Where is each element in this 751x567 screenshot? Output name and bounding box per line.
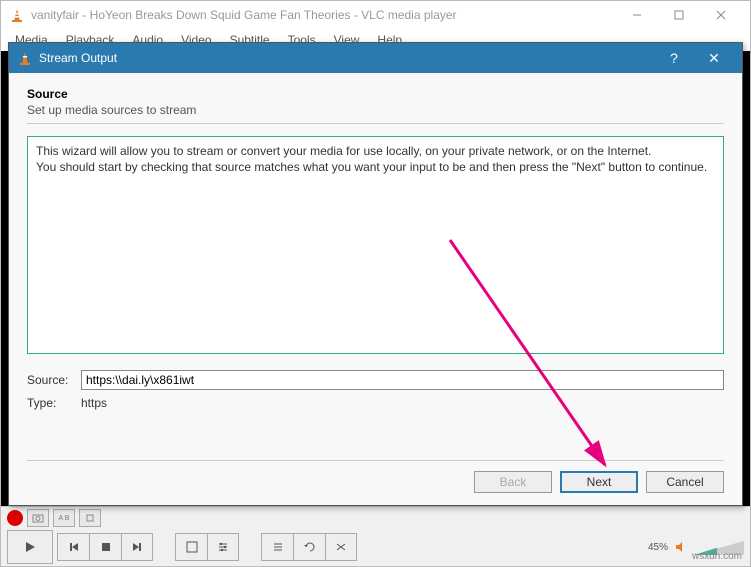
vlc-titlebar: vanityfair - HoYeon Breaks Down Squid Ga… bbox=[1, 1, 750, 29]
source-input[interactable] bbox=[81, 370, 724, 390]
fullscreen-button[interactable] bbox=[175, 533, 207, 561]
skip-fwd-icon bbox=[131, 541, 143, 553]
ext-settings-button[interactable] bbox=[207, 533, 239, 561]
close-button[interactable] bbox=[700, 1, 742, 29]
maximize-button[interactable] bbox=[658, 1, 700, 29]
section-title: Source bbox=[27, 87, 724, 101]
frame-icon bbox=[85, 513, 95, 523]
record-button[interactable] bbox=[7, 510, 23, 526]
camera-icon bbox=[32, 513, 44, 523]
dialog-title: Stream Output bbox=[39, 51, 654, 65]
stop-button[interactable] bbox=[89, 533, 121, 561]
minimize-button[interactable] bbox=[616, 1, 658, 29]
playlist-button[interactable] bbox=[261, 533, 293, 561]
divider bbox=[27, 123, 724, 124]
control-bar: A B 45% bbox=[1, 506, 750, 566]
vlc-cone-icon bbox=[9, 7, 25, 23]
next-button[interactable] bbox=[121, 533, 153, 561]
type-label: Type: bbox=[27, 396, 81, 410]
sliders-icon bbox=[217, 541, 229, 553]
wizard-line1: This wizard will allow you to stream or … bbox=[36, 143, 715, 159]
stop-icon bbox=[101, 542, 111, 552]
play-button[interactable] bbox=[7, 530, 53, 564]
source-label: Source: bbox=[27, 373, 81, 387]
volume-label: 45% bbox=[648, 542, 668, 553]
vlc-cone-icon bbox=[17, 50, 33, 66]
loop-icon bbox=[304, 541, 316, 553]
section-subtitle: Set up media sources to stream bbox=[27, 103, 724, 117]
snapshot-button[interactable] bbox=[27, 509, 49, 527]
speaker-icon[interactable] bbox=[674, 540, 688, 554]
watermark: wsxdn.com bbox=[692, 551, 742, 562]
dialog-titlebar: Stream Output ? ✕ bbox=[9, 43, 742, 73]
prev-button[interactable] bbox=[57, 533, 89, 561]
list-icon bbox=[272, 541, 284, 553]
type-value: https bbox=[81, 396, 107, 410]
wizard-textbox: This wizard will allow you to stream or … bbox=[27, 136, 724, 354]
stream-output-dialog: Stream Output ? ✕ Source Set up media so… bbox=[8, 42, 743, 506]
shuffle-icon bbox=[335, 541, 347, 553]
back-button[interactable]: Back bbox=[474, 471, 552, 493]
ab-loop-button[interactable]: A B bbox=[53, 509, 75, 527]
skip-back-icon bbox=[68, 541, 80, 553]
shuffle-button[interactable] bbox=[325, 533, 357, 561]
dialog-close-button[interactable]: ✕ bbox=[694, 50, 734, 67]
help-button[interactable]: ? bbox=[654, 50, 694, 66]
next-button[interactable]: Next bbox=[560, 471, 638, 493]
loop-button[interactable] bbox=[293, 533, 325, 561]
window-title: vanityfair - HoYeon Breaks Down Squid Ga… bbox=[31, 8, 616, 22]
play-icon bbox=[23, 540, 37, 554]
wizard-line2: You should start by checking that source… bbox=[36, 159, 715, 175]
fullscreen-icon bbox=[186, 541, 198, 553]
frame-button[interactable] bbox=[79, 509, 101, 527]
cancel-button[interactable]: Cancel bbox=[646, 471, 724, 493]
